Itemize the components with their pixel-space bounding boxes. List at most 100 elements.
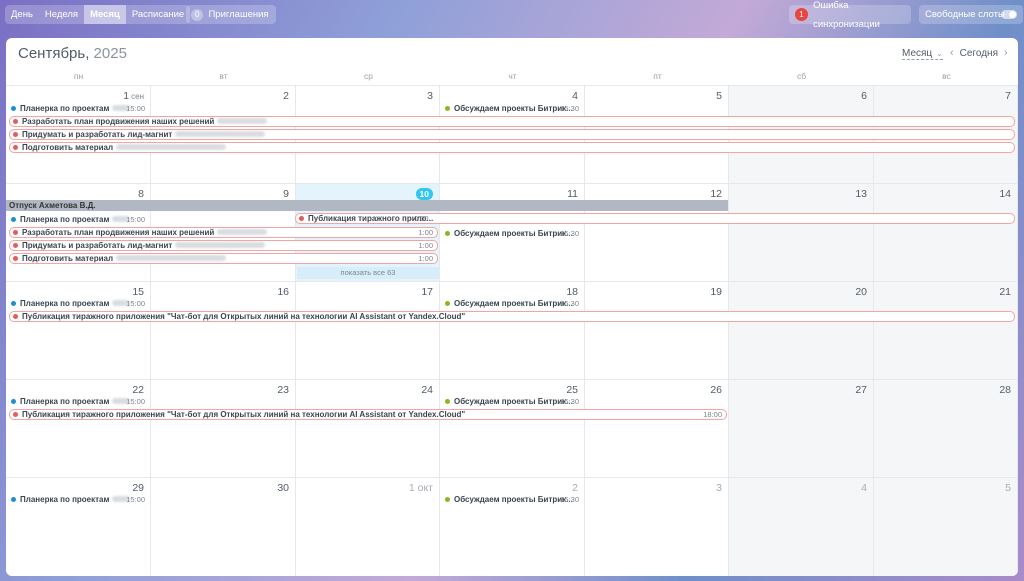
day-cell[interactable]: 22: [6, 379, 151, 477]
invitations-label: Приглашения: [208, 9, 269, 20]
event-dot: [11, 217, 16, 222]
event-planerka[interactable]: Планерка по проектам 15:00: [8, 298, 149, 309]
month-name: Сентябрь,: [18, 45, 90, 62]
sync-error-button[interactable]: 1 Ошибка синхронизации: [789, 0, 911, 30]
event-dot: [445, 106, 450, 111]
day-cell[interactable]: 1 окт: [296, 477, 440, 576]
day-number: 1 сен: [123, 90, 144, 102]
sync-error-badge: 1: [795, 8, 809, 21]
event-dot: [445, 399, 450, 404]
day-cell[interactable]: 21: [874, 281, 1018, 379]
day-number: 21: [999, 286, 1011, 298]
day-cell[interactable]: 3: [585, 477, 729, 576]
tab-week[interactable]: Неделя: [39, 5, 84, 24]
day-number: 24: [421, 384, 433, 396]
event-dot: [13, 243, 18, 248]
event-dot: [11, 106, 16, 111]
day-cell[interactable]: 23: [151, 379, 296, 477]
event-planerka[interactable]: Планерка по проектам 15:00: [8, 103, 149, 114]
day-cell[interactable]: 5: [874, 477, 1018, 576]
day-cell[interactable]: 4: [729, 477, 874, 576]
event-vacation[interactable]: Отпуск Ахметова В.Д.: [6, 200, 728, 211]
event-bitrix[interactable]: Обсуждаем проекты Битрик... 15:30: [442, 494, 583, 505]
month-grid: 1 сен 2 3 4 5 6 7 8 9 10 11 12 13 14 15 1…: [6, 85, 1018, 576]
weekday-fri: пт: [653, 71, 662, 81]
day-number: 26: [710, 384, 722, 396]
day-cell[interactable]: 12: [585, 183, 729, 281]
day-cell[interactable]: 24: [296, 379, 440, 477]
month-title: Сентябрь, 2025: [18, 45, 127, 62]
chevron-right-icon[interactable]: ›: [1004, 47, 1008, 59]
day-number: 30: [277, 482, 289, 494]
free-slots-control[interactable]: Свободные слоты: [919, 5, 1023, 24]
event-bitrix[interactable]: Обсуждаем проекты Битрик... 15:30: [442, 228, 583, 239]
view-selector-label: Месяц: [902, 48, 933, 59]
day-cell[interactable]: 13: [729, 183, 874, 281]
event-planerka[interactable]: Планерка по проектам 15:00: [8, 214, 149, 225]
day-number: 9: [283, 188, 289, 200]
day-number: 20: [855, 286, 867, 298]
day-number: 16: [277, 286, 289, 298]
day-number: 4: [861, 482, 867, 494]
day-cell[interactable]: 20: [729, 281, 874, 379]
day-cell[interactable]: 28: [874, 379, 1018, 477]
day-number: 5: [1005, 482, 1011, 494]
show-all-link[interactable]: показать все 63: [297, 267, 439, 279]
event-bitrix[interactable]: Обсуждаем проекты Битрик... 15:30: [442, 396, 583, 407]
tab-day[interactable]: День: [5, 5, 39, 24]
day-cell[interactable]: 15: [6, 281, 151, 379]
chevron-down-icon: ⌄: [936, 49, 943, 58]
day-cell[interactable]: 26: [585, 379, 729, 477]
today-button[interactable]: Сегодня: [960, 48, 998, 59]
day-cell[interactable]: 25: [440, 379, 585, 477]
day-cell[interactable]: 17: [296, 281, 440, 379]
tab-schedule[interactable]: Расписание: [126, 5, 190, 24]
weekday-mon: пн: [73, 71, 84, 81]
day-number: 14: [999, 188, 1011, 200]
date-navigation: ‹ Сегодня ›: [950, 47, 1008, 59]
event-plan[interactable]: Разработать план продвижения наших решен…: [9, 227, 438, 238]
event-dot: [445, 497, 450, 502]
event-material[interactable]: Подготовить материал: [9, 142, 1015, 153]
event-dot: [13, 119, 18, 124]
event-magnit[interactable]: Придумать и разработать лид-магнит 1:00: [9, 240, 438, 251]
day-cell[interactable]: 19: [585, 281, 729, 379]
event-planerka[interactable]: Планерка по проектам 15:00: [8, 396, 149, 407]
event-bitrix[interactable]: Обсуждаем проекты Битрик... 15:30: [442, 103, 583, 114]
event-bitrix[interactable]: Обсуждаем проекты Битрик... 15:30: [442, 298, 583, 309]
day-cell[interactable]: 29: [6, 477, 151, 576]
day-number: 12: [710, 188, 722, 200]
event-publication[interactable]: Публикация тиражного прило... 0:00: [295, 213, 1015, 224]
weekday-wed: ср: [364, 71, 373, 81]
event-publication[interactable]: Публикация тиражного приложения "Чат-бот…: [9, 311, 1015, 322]
day-cell[interactable]: 18: [440, 281, 585, 379]
event-publication[interactable]: Публикация тиражного приложения "Чат-бот…: [9, 409, 727, 420]
event-dot: [299, 216, 304, 221]
event-magnit[interactable]: Придумать и разработать лид-магнит: [9, 129, 1015, 140]
view-selector[interactable]: Месяц ⌄: [902, 48, 943, 60]
day-number: 4: [572, 90, 578, 102]
today-day-number: 10: [415, 188, 433, 200]
invitations-count: 0: [191, 8, 204, 21]
day-cell[interactable]: 2: [440, 477, 585, 576]
event-dot: [11, 497, 16, 502]
day-number: 3: [427, 90, 433, 102]
day-cell[interactable]: 30: [151, 477, 296, 576]
day-cell[interactable]: 14: [874, 183, 1018, 281]
event-dot: [13, 230, 18, 235]
day-number: 1 окт: [408, 482, 433, 494]
event-dot: [13, 314, 18, 319]
event-dot: [13, 145, 18, 150]
invitations-button[interactable]: 0 Приглашения: [186, 5, 276, 24]
event-plan[interactable]: Разработать план продвижения наших решен…: [9, 116, 1015, 127]
view-switcher: День Неделя Месяц Расписание: [5, 5, 191, 24]
day-cell[interactable]: 16: [151, 281, 296, 379]
event-planerka[interactable]: Планерка по проектам 15:00: [8, 494, 149, 505]
day-number: 22: [132, 384, 144, 396]
chevron-left-icon[interactable]: ‹: [950, 47, 954, 59]
day-cell[interactable]: 27: [729, 379, 874, 477]
free-slots-toggle[interactable]: [1001, 10, 1017, 19]
day-number: 11: [567, 188, 578, 200]
tab-month[interactable]: Месяц: [84, 5, 126, 24]
event-material[interactable]: Подготовить материал 1:00: [9, 253, 438, 264]
